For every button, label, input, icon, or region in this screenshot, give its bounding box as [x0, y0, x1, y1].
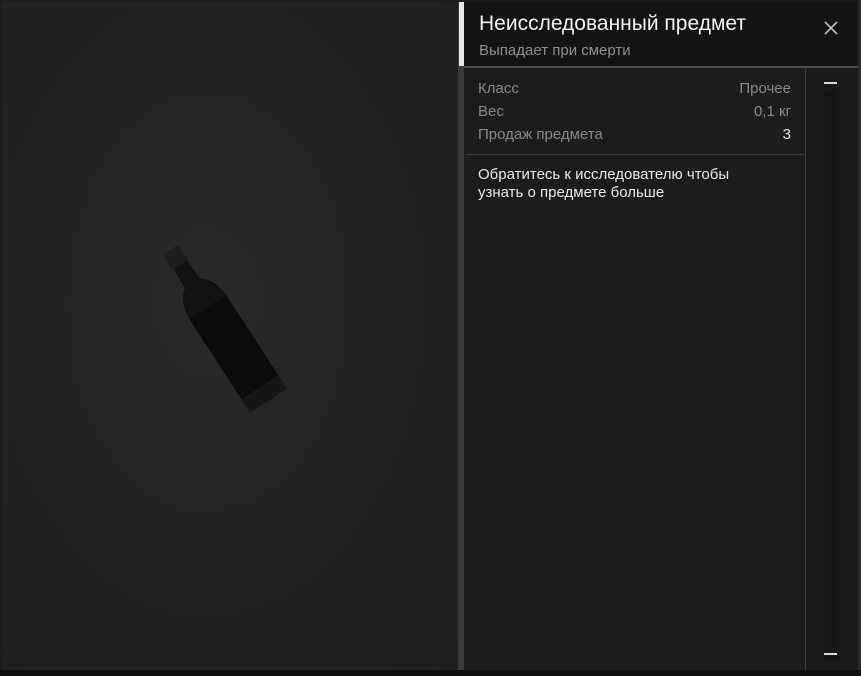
item-info-panel: Класс Прочее Вес 0,1 кг Продаж предмета …: [466, 68, 806, 670]
section-divider: [466, 154, 805, 155]
property-row-weight: Вес 0,1 кг: [478, 103, 791, 126]
scrollbar-bottom-cap: [824, 653, 837, 655]
item-inspect-window: Неисследованный предмет Выпадает при сме…: [0, 0, 861, 676]
property-label: Вес: [478, 103, 504, 120]
property-value: 0,1 кг: [753, 103, 791, 120]
item-subtitle: Выпадает при смерти: [479, 42, 631, 59]
header-accent-bar: [459, 2, 464, 66]
scrollbar-rail[interactable]: [824, 90, 837, 660]
property-row-class: Класс Прочее: [478, 80, 791, 103]
close-icon[interactable]: [822, 19, 840, 37]
properties-list: Класс Прочее Вес 0,1 кг Продаж предмета …: [478, 80, 791, 149]
scrollbar-top-cap: [824, 82, 837, 84]
property-value: 3: [782, 126, 791, 143]
item-title: Неисследованный предмет: [479, 12, 746, 35]
panel-divider: [459, 2, 464, 670]
property-row-sale: Продаж предмета 3: [478, 126, 791, 149]
window-edge-bottom: [0, 670, 861, 676]
property-label: Продаж предмета: [478, 126, 603, 143]
item-header: Неисследованный предмет Выпадает при сме…: [464, 2, 858, 66]
item-preview[interactable]: [2, 2, 459, 670]
property-label: Класс: [478, 80, 519, 97]
property-value: Прочее: [739, 80, 791, 97]
item-description: Обратитесь к исследователю чтобы узнать …: [478, 166, 730, 201]
scrollbar[interactable]: [806, 68, 858, 670]
bottle-icon: [163, 244, 288, 413]
